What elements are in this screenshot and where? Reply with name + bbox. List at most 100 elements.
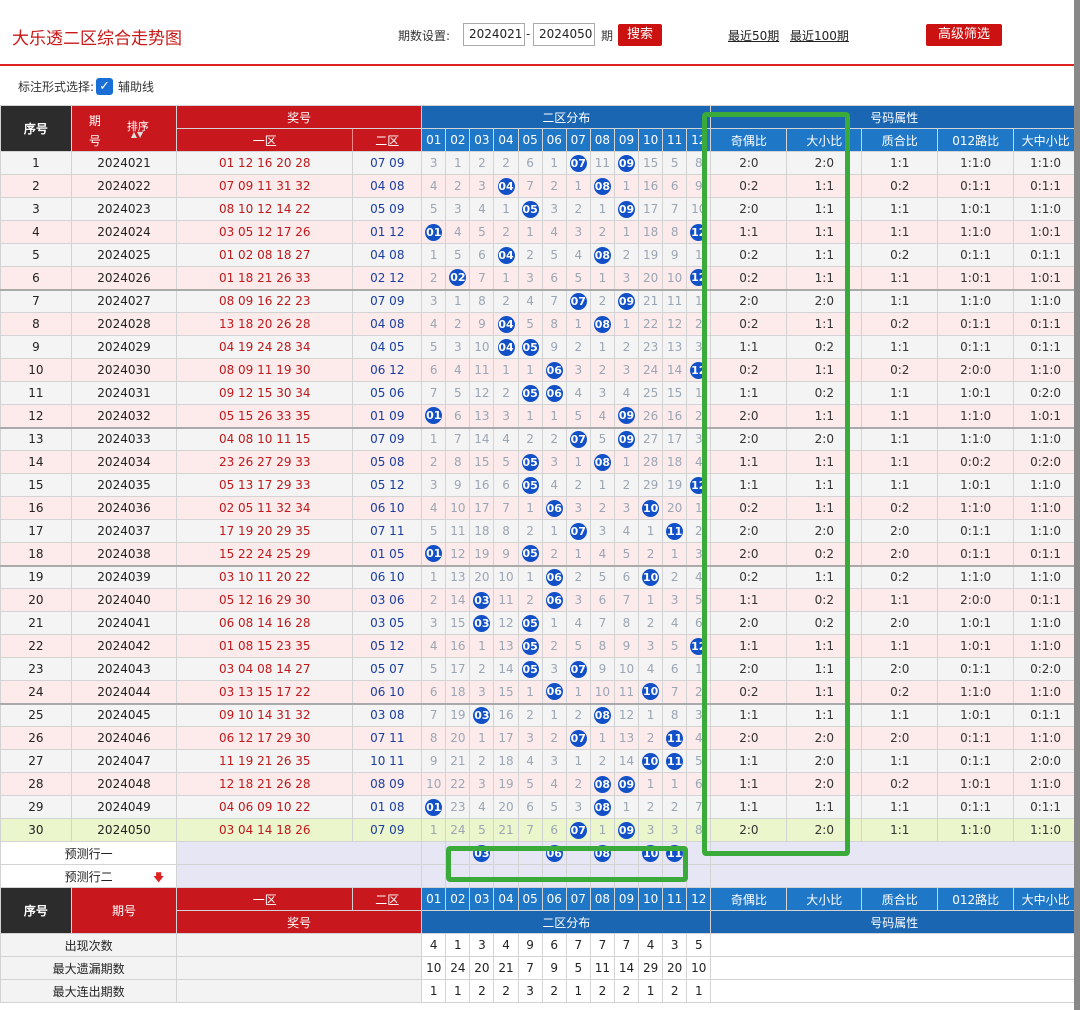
dist-cell: 4	[421, 174, 447, 198]
dist-cell: 19	[662, 473, 688, 497]
dist-cell: 10	[638, 496, 664, 520]
scrollbar[interactable]	[1074, 0, 1080, 1010]
row-zone1: 03 04 08 14 27	[176, 657, 354, 681]
attr-cell: 2:0:0	[937, 358, 1015, 382]
attr-cell: 1:1	[861, 335, 939, 359]
arrow-down-icon[interactable]: 🡇	[153, 869, 164, 887]
row-seq: 9	[0, 335, 72, 359]
attr-cell: 1:1:0	[1013, 496, 1078, 520]
table-row: 20 2024040 05 12 16 29 30 03 06 2 14 03 11 2 06 3 6…	[0, 588, 1078, 612]
ball-8: 08	[593, 706, 611, 724]
stat-value: 4	[421, 933, 447, 957]
ball-6: 06	[545, 384, 563, 402]
ball-4: 04	[497, 315, 515, 333]
ball-7: 07	[569, 154, 587, 172]
stat-row: 出现次数 4 1 3 4 9 6 7 7 7 4 3 5	[0, 933, 1078, 957]
attr-cell: 0:2	[861, 358, 939, 382]
row-zone1: 05 12 16 29 30	[176, 588, 354, 612]
dist-cell: 5	[421, 657, 447, 681]
stat-value: 5	[686, 933, 712, 957]
row-period: 2024034	[70, 450, 178, 474]
recent-100-link[interactable]: 最近100期	[790, 27, 849, 44]
dist-cell: 6	[662, 174, 688, 198]
dist-cell: 2	[589, 288, 615, 313]
attr-cell: 1:0:1	[937, 266, 1015, 290]
dist-cell: 4	[421, 634, 447, 658]
dist-cell: 5	[469, 220, 495, 244]
ball-1: 01	[425, 407, 443, 425]
dist-cell: 22	[445, 772, 471, 796]
end-period-input[interactable]: 2024050	[533, 23, 595, 46]
row-zone2: 07 11	[352, 519, 423, 543]
predict-cell[interactable]	[421, 864, 447, 888]
prediction-input-1[interactable]	[176, 841, 423, 865]
row-zone1: 02 05 11 32 34	[176, 496, 354, 520]
dist-cell: 2	[589, 220, 615, 244]
dist-cell: 05	[517, 381, 543, 405]
advanced-filter-button[interactable]: 高级筛选	[926, 24, 1002, 46]
ball-1: 01	[425, 798, 443, 816]
row-zone1: 05 15 26 33 35	[176, 404, 354, 428]
row-period: 2024024	[70, 220, 178, 244]
ball-8: 08	[593, 315, 611, 333]
sort-arrows-icon[interactable]: ▲▼	[131, 130, 143, 139]
dist-cell: 5	[565, 634, 591, 658]
dist-cell: 21	[638, 288, 664, 313]
ball-4: 04	[497, 338, 515, 356]
dist-cell: 6	[517, 151, 543, 175]
dist-cell: 5	[565, 404, 591, 428]
dist-cell: 03	[469, 702, 495, 727]
dist-cell: 05	[517, 611, 543, 635]
dist-cell: 03	[469, 588, 495, 612]
row-period: 2024042	[70, 634, 178, 658]
row-period: 2024025	[70, 243, 178, 267]
dist-cell: 24	[445, 818, 471, 842]
predict-cell[interactable]	[421, 841, 447, 865]
dist-cell: 05	[517, 634, 543, 658]
row-period: 2024029	[70, 335, 178, 359]
stat-attr-blank	[710, 933, 1078, 957]
dist-cell: 2	[589, 358, 615, 382]
dist-cell: 10	[445, 496, 471, 520]
row-zone2: 04 08	[352, 312, 423, 336]
col-zone1: 一区	[176, 128, 354, 152]
dist-cell: 2	[517, 702, 543, 727]
attr-cell: 1:1:0	[937, 818, 1015, 842]
dist-cell: 3	[421, 473, 447, 497]
ball-6: 06	[545, 568, 563, 586]
dist-cell: 6	[541, 266, 567, 290]
footer-num-09: 09	[613, 887, 640, 911]
row-seq: 23	[0, 657, 72, 681]
stat-blank	[176, 933, 423, 957]
dist-cell: 3	[662, 818, 688, 842]
predict-cell[interactable]	[686, 864, 712, 888]
dist-cell: 1	[469, 634, 495, 658]
dist-cell: 4	[493, 426, 519, 451]
stat-value: 3	[517, 979, 543, 1003]
prediction-input-2[interactable]	[176, 864, 423, 888]
row-seq: 11	[0, 381, 72, 405]
dist-cell: 1	[565, 680, 591, 704]
start-period-input[interactable]: 2024021	[463, 23, 525, 46]
aux-line-checkbox[interactable]: ✓	[96, 78, 114, 95]
attr-cell: 0:2	[861, 564, 939, 589]
dist-cell: 1	[589, 266, 615, 290]
attr-cell: 1:1:0	[1013, 151, 1078, 175]
attr-cell: 2:0:0	[937, 588, 1015, 612]
dist-cell: 2	[493, 220, 519, 244]
dist-cell: 7	[421, 702, 447, 727]
dist-cell: 13	[662, 335, 688, 359]
dist-cell: 5	[469, 818, 495, 842]
dist-cell: 4	[469, 795, 495, 819]
recent-50-link[interactable]: 最近50期	[728, 27, 779, 44]
attr-cell: 1:1:0	[937, 151, 1015, 175]
table-row: 6 2024026 01 18 21 26 33 02 12 2 02 7 1 3 6 5 1 3 20 1…	[0, 266, 1078, 290]
dist-cell: 6	[469, 243, 495, 267]
footer-zone2: 二区	[352, 887, 423, 911]
dist-cell: 1	[517, 358, 543, 382]
search-button[interactable]: 搜索	[618, 24, 662, 46]
row-zone1: 06 12 17 29 30	[176, 726, 354, 750]
col-num-06: 06	[541, 128, 567, 152]
attr-cell: 0:1:1	[937, 657, 1015, 681]
row-zone2: 05 09	[352, 197, 423, 221]
